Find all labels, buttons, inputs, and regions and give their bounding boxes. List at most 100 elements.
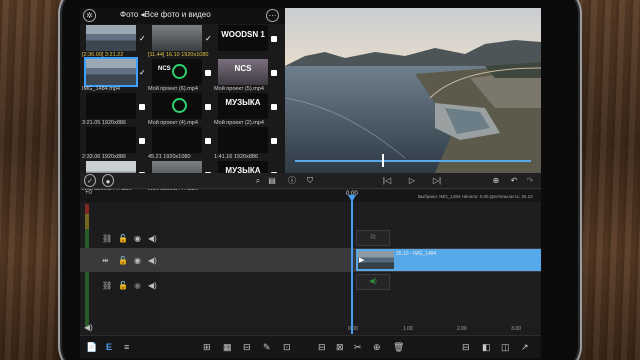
thumbnail-caption: Мой проект (6).mp4 <box>148 86 198 92</box>
thumbnail-caption: 3:21.05 1920x886 <box>82 120 127 126</box>
edit-mode-icon[interactable]: E <box>106 341 112 353</box>
info-icon[interactable]: ⓘ <box>286 174 298 187</box>
thumbnail-image <box>84 57 138 87</box>
overlay-icon[interactable]: ▦ <box>223 341 232 353</box>
thumbnail-caption: Мой проект (5).mp4 <box>214 86 264 92</box>
thumbnail-caption: 2:33.06 1920x886 <box>82 154 127 160</box>
thumbnail-image <box>152 93 202 119</box>
thumbnail-caption: 45.21 1920x1080 <box>148 154 191 160</box>
ring-graphic <box>172 98 187 113</box>
play-icon[interactable]: ▷ <box>405 174 419 187</box>
thumbnail-caption: 1:41.16 1920x886 <box>214 154 259 160</box>
preview-frame <box>285 8 541 173</box>
sort-icon[interactable]: ▤ <box>266 174 278 187</box>
lock-icon[interactable]: 🔓 <box>118 281 128 291</box>
thumbnail-text: WOODSN 1 <box>221 30 265 39</box>
thumbnail-caption: Мой проект (2).mp4 <box>214 120 264 126</box>
columns-icon[interactable]: ◫ <box>501 341 510 353</box>
thumbnail-image <box>152 127 202 153</box>
select-box[interactable] <box>271 138 277 144</box>
scissors-icon[interactable]: ✂ <box>354 341 362 353</box>
ruler-tick: 1.00 <box>403 326 413 332</box>
thumbnail-image <box>86 127 136 153</box>
more-icon[interactable]: ⋯ <box>266 9 279 22</box>
checkmark-icon[interactable]: ✓ <box>139 69 147 77</box>
lock-icon[interactable]: 🔓 <box>118 234 128 244</box>
duplicate-icon[interactable]: ⊠ <box>336 341 344 353</box>
trash-icon[interactable]: 🗑 <box>393 341 404 353</box>
draw-icon[interactable]: ✎ <box>263 341 271 353</box>
bottom-toolbar: 📄 E ≡ ⊞ ▦ ⊟ ✎ ⊡ ⊟ ⊠ ✂ ⊕ 🗑 ⊟ ◧ ◫ ↗ <box>80 335 541 358</box>
thumbnail-caption: Мой проект (4).mp4 <box>148 120 198 126</box>
select-box[interactable] <box>271 70 277 76</box>
timeline-header: +0 0.00 Выбрано: IMG_1484 Начало: 0.00 Д… <box>80 190 541 202</box>
transport-bar: ✓ ● ⌕ ▤ ⓘ ⛉ |◁ ▷ ▷| ⊕ ↶ ↷ <box>80 173 541 189</box>
clip-label: 25.10 - IMG_1484 <box>396 251 437 257</box>
select-box[interactable] <box>205 104 211 110</box>
select-box[interactable] <box>139 104 145 110</box>
select-box[interactable] <box>271 104 277 110</box>
app-screen: ✲ Фото ◂Все фото и видео ⋯ ✓ [2:36.00] 3:… <box>80 8 541 358</box>
add-icon[interactable]: ⊕ <box>373 341 381 353</box>
speaker-icon[interactable]: ◀) <box>148 234 157 244</box>
scrub-bar[interactable] <box>295 160 531 162</box>
playhead[interactable] <box>351 196 353 334</box>
checkmark-icon[interactable]: ✓ <box>139 35 147 43</box>
redo-icon[interactable]: ↷ <box>524 174 536 187</box>
add-keyframe-icon[interactable]: ⊕ <box>490 174 502 187</box>
ncs-logo: NCS <box>158 66 171 72</box>
share-icon[interactable]: ↗ <box>521 341 529 353</box>
thumbnail-caption: [2:36.00] 3:21.22 <box>82 52 124 58</box>
gear-icon[interactable]: ✲ <box>83 9 96 22</box>
lock-icon[interactable]: 🔓 <box>118 256 128 266</box>
record-icon[interactable]: ● <box>102 174 114 187</box>
eye-icon[interactable]: ◉ <box>134 234 141 244</box>
select-box[interactable] <box>271 36 277 42</box>
link-icon[interactable]: ⛓ <box>102 234 112 244</box>
undo-icon[interactable]: ↶ <box>508 174 520 187</box>
ghost-clip-audio[interactable]: ◀) <box>356 274 390 290</box>
media-browser: ✲ Фото ◂Все фото и видео ⋯ ✓ [2:36.00] 3:… <box>80 8 285 194</box>
speaker-icon[interactable]: ◀) <box>148 256 157 266</box>
browser-header: ✲ Фото ◂Все фото и видео ⋯ <box>80 8 285 24</box>
eye-icon[interactable]: ◉ <box>134 256 141 266</box>
master-speaker-icon[interactable]: ◀) <box>84 323 93 333</box>
marker-icon[interactable]: ⛉ <box>304 174 316 187</box>
speaker-icon[interactable]: ◀) <box>148 281 157 291</box>
ring-graphic <box>172 64 187 79</box>
next-icon[interactable]: ▷| <box>430 174 444 187</box>
thumbnail-text: NCS <box>234 64 252 73</box>
thumbnail-image: NCS <box>218 59 268 85</box>
link-icon[interactable]: ⇹ <box>102 256 109 266</box>
album-title[interactable]: Фото ◂Все фото и видео <box>120 10 255 19</box>
previous-icon[interactable]: |◁ <box>380 174 394 187</box>
thumbnail-caption: IMG_1484.mp4 <box>82 86 120 92</box>
select-box[interactable] <box>205 70 211 76</box>
scrub-knob[interactable] <box>382 154 385 167</box>
checkmark-icon[interactable]: ✓ <box>205 35 213 43</box>
clip-play-icon[interactable]: ▶ <box>359 256 364 266</box>
eye-icon[interactable]: ◉ <box>134 281 141 291</box>
ghost-clip-upper[interactable]: ⧉ <box>356 230 390 246</box>
video-preview[interactable] <box>285 8 541 173</box>
thumbnail-image: NCS <box>152 59 202 85</box>
copy-icon[interactable]: ⊟ <box>318 341 326 353</box>
title-icon[interactable]: ⊟ <box>243 341 251 353</box>
select-box[interactable] <box>205 138 211 144</box>
check-icon[interactable]: ✓ <box>84 174 96 187</box>
select-box[interactable] <box>139 138 145 144</box>
split-view-icon[interactable]: ◧ <box>482 341 491 353</box>
audio-level-label: +0 <box>85 190 92 196</box>
thumbnail-image <box>218 127 268 153</box>
thumbnail-image <box>86 93 136 119</box>
camera-icon[interactable]: ⊡ <box>283 341 291 353</box>
list-icon[interactable]: ≡ <box>124 341 129 353</box>
ruler-tick: 3.00 <box>511 326 521 332</box>
layout-icon[interactable]: ⊟ <box>462 341 470 353</box>
thumbnail-image: WOODSN 1 <box>218 25 268 51</box>
thumbnail-caption: [11.44] 16.10 1920x1080 <box>148 52 209 58</box>
link-icon[interactable]: ⛓ <box>102 281 112 291</box>
add-media-icon[interactable]: ⊞ <box>203 341 211 353</box>
search-icon[interactable]: ⌕ <box>252 174 264 187</box>
project-icon[interactable]: 📄 <box>86 341 97 353</box>
